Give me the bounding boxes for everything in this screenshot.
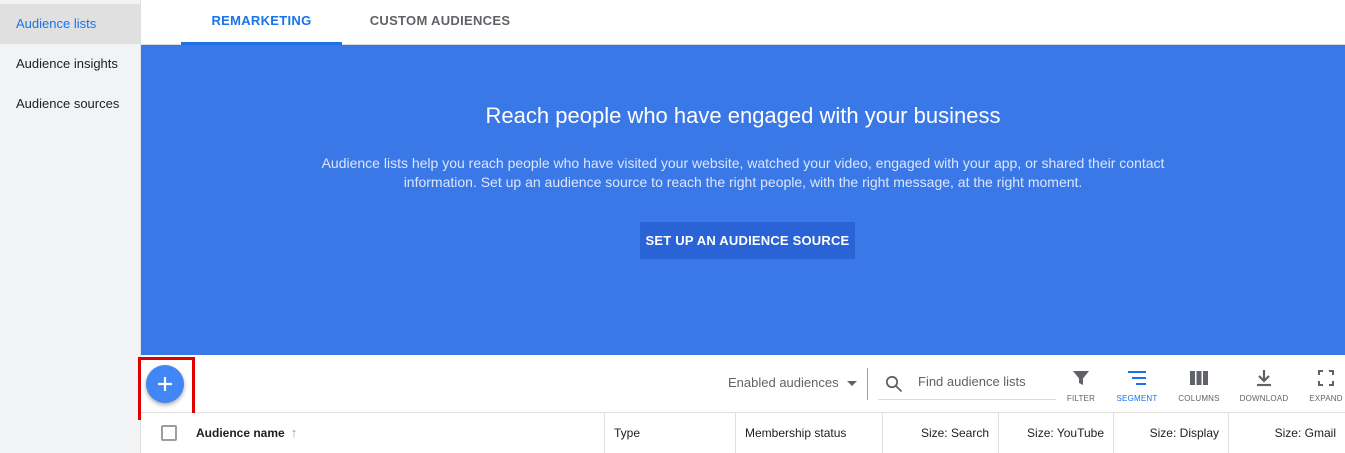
column-header-size-gmail[interactable]: Size: Gmail <box>1229 413 1345 453</box>
download-icon <box>1234 367 1294 389</box>
expand-icon <box>1296 367 1345 389</box>
download-label: DOWNLOAD <box>1239 394 1289 403</box>
setup-audience-source-button[interactable]: SET UP AN AUDIENCE SOURCE <box>640 222 855 259</box>
filter-label: FILTER <box>1066 394 1096 403</box>
tab-remarketing[interactable]: REMARKETING <box>181 0 342 45</box>
audience-status-value: Enabled audiences <box>728 375 839 390</box>
table-header: Audience name ↑ Type Membership status Si… <box>141 413 1345 453</box>
sort-arrow-up-icon: ↑ <box>290 425 298 440</box>
column-header-audience-name[interactable]: Audience name ↑ <box>187 413 605 453</box>
filter-button[interactable]: FILTER <box>1051 367 1111 403</box>
columns-icon <box>1169 367 1229 389</box>
audience-status-dropdown[interactable]: Enabled audiences <box>728 375 857 390</box>
divider <box>867 368 868 400</box>
segment-button[interactable]: SEGMENT <box>1107 367 1167 403</box>
app-root: Audience lists Audience insights Audienc… <box>0 0 1345 453</box>
empty-state-banner: Reach people who have engaged with your … <box>141 45 1345 355</box>
column-label: Audience name <box>196 426 285 440</box>
banner-title: Reach people who have engaged with your … <box>485 103 1001 128</box>
segment-label: SEGMENT <box>1116 394 1158 403</box>
search-box <box>878 367 1056 400</box>
tab-custom-audiences[interactable]: CUSTOM AUDIENCES <box>355 0 525 45</box>
add-audience-button[interactable] <box>146 365 184 403</box>
table-toolbar: Enabled audiences FILTER SEGMENT C <box>138 355 1345 420</box>
tab-bar: REMARKETING CUSTOM AUDIENCES <box>141 0 1345 45</box>
filter-icon <box>1051 367 1111 389</box>
column-header-membership-status[interactable]: Membership status <box>736 413 883 453</box>
expand-button[interactable]: EXPAND <box>1296 367 1345 403</box>
select-all-checkbox[interactable] <box>161 425 177 441</box>
sidebar-item-audience-insights[interactable]: Audience insights <box>0 44 140 84</box>
expand-label: EXPAND <box>1309 394 1343 403</box>
segment-icon <box>1107 367 1167 389</box>
column-header-size-display[interactable]: Size: Display <box>1114 413 1229 453</box>
sidebar: Audience lists Audience insights Audienc… <box>0 0 141 453</box>
columns-label: COLUMNS <box>1178 394 1220 403</box>
download-button[interactable]: DOWNLOAD <box>1234 367 1294 403</box>
banner-description: Audience lists help you reach people who… <box>321 155 1165 190</box>
column-header-type[interactable]: Type <box>605 413 736 453</box>
column-header-size-youtube[interactable]: Size: YouTube <box>999 413 1114 453</box>
search-input[interactable] <box>918 374 1053 389</box>
columns-button[interactable]: COLUMNS <box>1169 367 1229 403</box>
sidebar-item-audience-sources[interactable]: Audience sources <box>0 84 140 124</box>
sidebar-item-audience-lists[interactable]: Audience lists <box>0 4 140 44</box>
column-header-size-search[interactable]: Size: Search <box>883 413 999 453</box>
caret-down-icon <box>846 381 857 387</box>
